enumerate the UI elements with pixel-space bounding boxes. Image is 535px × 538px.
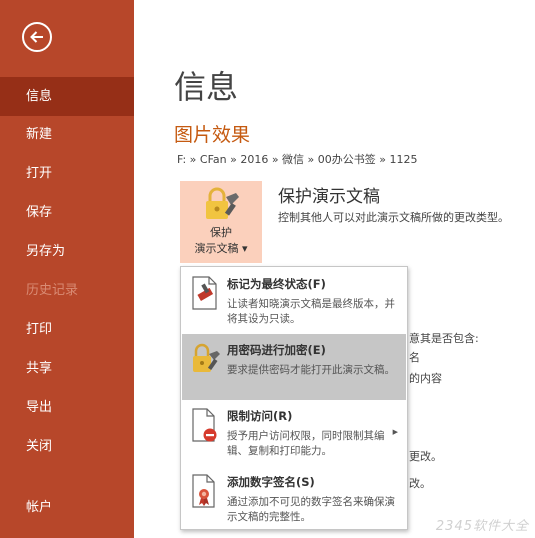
- sidebar-item-share[interactable]: 共享: [0, 349, 134, 388]
- menu-item-restrict-access[interactable]: 限制访问(R) 授予用户访问权限，同时限制其编辑、复制和打印能力。 ▶: [182, 400, 406, 466]
- sidebar-item-print[interactable]: 打印: [0, 310, 134, 349]
- sidebar-item-account[interactable]: 帐户: [0, 488, 134, 527]
- menu-item-desc: 让读者知晓演示文稿是最终版本，并将其设为只读。: [227, 298, 395, 325]
- restrict-access-icon: [192, 408, 217, 442]
- versions-text-fragment: 改。: [409, 477, 431, 490]
- menu-item-title: 添加数字签名(S): [227, 475, 315, 489]
- menu-item-encrypt-password[interactable]: 用密码进行加密(E) 要求提供密码才能打开此演示文稿。: [182, 334, 406, 400]
- protect-dropdown-menu: 标记为最终状态(F) 让读者知晓演示文稿是最终版本，并将其设为只读。 用密码进行…: [180, 266, 408, 530]
- menu-item-digital-signature[interactable]: 添加数字签名(S) 通过添加不可见的数字签名来确保演示文稿的完整性。: [182, 466, 406, 532]
- protect-button-label-line1: 保护: [210, 226, 232, 239]
- file-name: 图片效果: [174, 124, 251, 146]
- lock-key-icon: [193, 343, 220, 372]
- menu-item-title: 限制访问(R): [227, 409, 293, 423]
- back-arrow-icon: [30, 31, 43, 43]
- sidebar-item-export[interactable]: 导出: [0, 388, 134, 427]
- protect-presentation-button[interactable]: 保护 演示文稿 ▾: [180, 181, 262, 263]
- versions-text-fragment: 更改。: [409, 450, 442, 463]
- submenu-arrow-icon: ▶: [392, 428, 398, 436]
- file-path[interactable]: F: » CFan » 2016 » 微信 » 00办公书签 » 1125: [177, 151, 418, 167]
- menu-item-title: 标记为最终状态(F): [227, 277, 326, 291]
- protect-button-label-line2: 演示文稿 ▾: [194, 242, 248, 255]
- menu-item-mark-final[interactable]: 标记为最终状态(F) 让读者知晓演示文稿是最终版本，并将其设为只读。: [182, 268, 406, 334]
- sidebar-item-history: 历史记录: [26, 283, 79, 298]
- sidebar-item-save[interactable]: 保存: [0, 193, 134, 232]
- menu-item-title: 用密码进行加密(E): [227, 343, 326, 357]
- protect-heading: 保护演示文稿: [278, 187, 380, 207]
- menu-item-desc: 要求提供密码才能打开此演示文稿。: [227, 364, 395, 376]
- sidebar-item-info[interactable]: 信息: [0, 77, 134, 116]
- backstage-sidebar: 信息 新建 打开 保存 另存为 历史记录 打印 共享 导出 关闭 帐户: [0, 0, 134, 538]
- mark-final-icon: [192, 276, 217, 310]
- inspect-text-fragment: 名: [409, 351, 420, 364]
- back-button[interactable]: [22, 22, 52, 52]
- digital-signature-icon: [192, 474, 215, 508]
- inspect-text-fragment: 的内容: [409, 372, 442, 385]
- sidebar-item-new[interactable]: 新建: [0, 115, 134, 154]
- inspect-text-fragment: 意其是否包含:: [409, 332, 479, 345]
- protect-description: 控制其他人可以对此演示文稿所做的更改类型。: [278, 211, 509, 224]
- page-title: 信息: [174, 68, 239, 106]
- sidebar-item-close[interactable]: 关闭: [0, 427, 134, 466]
- menu-item-desc: 授予用户访问权限，同时限制其编辑、复制和打印能力。: [227, 430, 385, 457]
- sidebar-item-save-as[interactable]: 另存为: [0, 232, 134, 271]
- sidebar-item-open[interactable]: 打开: [0, 154, 134, 193]
- watermark: 2345软件大全: [435, 519, 529, 534]
- lock-key-icon: [206, 187, 239, 219]
- menu-item-desc: 通过添加不可见的数字签名来确保演示文稿的完整性。: [227, 496, 395, 523]
